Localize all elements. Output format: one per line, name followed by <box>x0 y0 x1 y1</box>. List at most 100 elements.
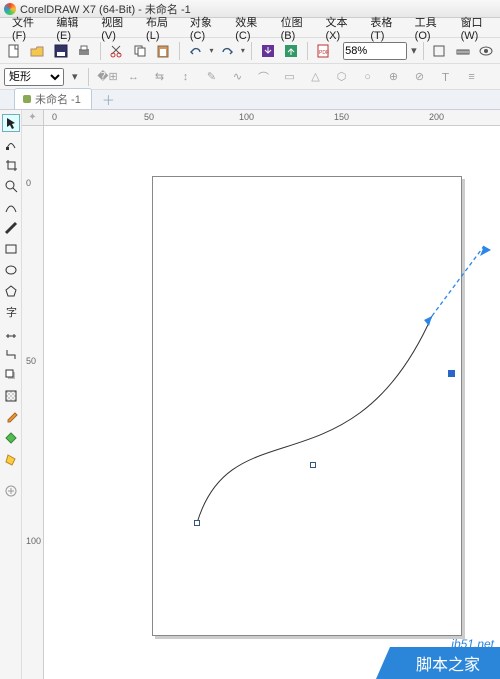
zoom-tool[interactable] <box>2 177 20 195</box>
shape-dropdown-icon[interactable]: ▾ <box>72 70 78 83</box>
menu-layout[interactable]: 布局(L) <box>140 12 182 44</box>
separator <box>423 42 424 60</box>
add-document-button[interactable]: ＋ <box>98 90 119 109</box>
menu-view[interactable]: 视图(V) <box>95 12 138 44</box>
prop-icon[interactable]: ⊕ <box>385 68 403 86</box>
export-button[interactable] <box>281 41 300 61</box>
ruler-tick: 100 <box>26 536 41 546</box>
prop-icon[interactable]: ⌒ <box>255 68 273 86</box>
prop-icon[interactable]: ✎ <box>203 68 221 86</box>
cut-button[interactable] <box>107 41 126 61</box>
shape-tool[interactable] <box>2 135 20 153</box>
paste-button[interactable] <box>154 41 173 61</box>
new-button[interactable] <box>4 41 23 61</box>
import-button[interactable] <box>258 41 277 61</box>
workspace: 字 ✦ 0 50 100 150 200 0 50 100 <box>0 110 500 679</box>
prop-icon[interactable]: ⇆ <box>151 68 169 86</box>
shape-select[interactable]: 矩形 <box>4 68 64 86</box>
menu-bitmap[interactable]: 位图(B) <box>275 12 318 44</box>
freehand-tool[interactable] <box>2 198 20 216</box>
redo-dropdown-icon[interactable]: ▾ <box>241 46 245 55</box>
ruler-tick: 50 <box>144 112 154 122</box>
drop-shadow-tool[interactable] <box>2 366 20 384</box>
prop-icon[interactable]: ⊘ <box>411 68 429 86</box>
prop-icon[interactable]: ≡ <box>463 68 481 86</box>
ruler-tick: 0 <box>52 112 57 122</box>
prop-icon[interactable]: ○ <box>359 68 377 86</box>
smart-fill-tool[interactable] <box>2 450 20 468</box>
connector-tool[interactable] <box>2 345 20 363</box>
transparency-tool[interactable] <box>2 387 20 405</box>
curve-start-node[interactable] <box>194 520 200 526</box>
polygon-tool[interactable] <box>2 282 20 300</box>
separator <box>88 68 89 86</box>
prop-icon[interactable]: ↕ <box>177 68 195 86</box>
document-icon <box>23 95 31 103</box>
quick-customize-button[interactable] <box>2 482 20 500</box>
document-tab-label: 未命名 -1 <box>35 91 81 107</box>
menu-window[interactable]: 窗口(W) <box>455 12 500 44</box>
menu-bar: 文件(F) 编辑(E) 视图(V) 布局(L) 对象(C) 效果(C) 位图(B… <box>0 18 500 38</box>
prop-icon[interactable]: ↔ <box>125 68 143 86</box>
interactive-fill-tool[interactable] <box>2 429 20 447</box>
save-button[interactable] <box>51 41 70 61</box>
ruler-tick: 50 <box>26 356 36 366</box>
prop-icon[interactable]: Ｔ <box>437 68 455 86</box>
ruler-tick: 200 <box>429 112 444 122</box>
parallel-dim-tool[interactable] <box>2 324 20 342</box>
ruler-tick: 150 <box>334 112 349 122</box>
ellipse-tool[interactable] <box>2 261 20 279</box>
canvas-area[interactable]: ✦ 0 50 100 150 200 0 50 100 <box>22 110 500 679</box>
ruler-tick: 0 <box>26 178 31 188</box>
menu-edit[interactable]: 编辑(E) <box>50 12 93 44</box>
curve-mid-node[interactable] <box>310 462 316 468</box>
zoom-input[interactable] <box>343 42 407 60</box>
zoom-dropdown-icon[interactable]: ▾ <box>411 44 417 57</box>
rectangle-tool[interactable] <box>2 240 20 258</box>
publish-pdf-button[interactable]: PDF <box>314 41 333 61</box>
watermark-text: 脚本之家 <box>376 647 500 679</box>
toolbox: 字 <box>0 110 22 679</box>
fullscreen-button[interactable] <box>430 41 449 61</box>
document-tab[interactable]: 未命名 -1 <box>14 88 92 109</box>
prop-icon[interactable]: ∿ <box>229 68 247 86</box>
preview-button[interactable] <box>476 41 495 61</box>
menu-effect[interactable]: 效果(C) <box>229 12 272 44</box>
menu-text[interactable]: 文本(X) <box>319 12 362 44</box>
bezier-curve[interactable] <box>152 176 492 656</box>
ruler-tick: 100 <box>239 112 254 122</box>
copy-button[interactable] <box>130 41 149 61</box>
menu-object[interactable]: 对象(C) <box>184 12 227 44</box>
document-tabstrip: 未命名 -1 ＋ <box>0 90 500 110</box>
menu-tools[interactable]: 工具(O) <box>409 12 453 44</box>
separator <box>100 42 101 60</box>
separator <box>307 42 308 60</box>
undo-dropdown-icon[interactable]: ▾ <box>209 46 213 55</box>
separator <box>251 42 252 60</box>
curve-end-handle[interactable] <box>448 370 455 377</box>
crop-tool[interactable] <box>2 156 20 174</box>
prop-icon[interactable]: �⊞ <box>99 68 117 86</box>
pick-tool[interactable] <box>2 114 20 132</box>
prop-icon[interactable]: ⬡ <box>333 68 351 86</box>
artistic-media-tool[interactable] <box>2 219 20 237</box>
separator <box>179 42 180 60</box>
text-tool[interactable]: 字 <box>2 303 20 321</box>
print-button[interactable] <box>74 41 93 61</box>
prop-icon[interactable]: ▭ <box>281 68 299 86</box>
svg-text:字: 字 <box>6 305 17 319</box>
open-button[interactable] <box>27 41 46 61</box>
vertical-ruler[interactable]: 0 50 100 <box>22 126 44 679</box>
prop-icon[interactable]: △ <box>307 68 325 86</box>
svg-text:PDF: PDF <box>319 50 329 56</box>
show-rulers-button[interactable] <box>453 41 472 61</box>
watermark: jb51.net 脚本之家 <box>376 647 500 679</box>
property-bar: 矩形 ▾ �⊞ ↔ ⇆ ↕ ✎ ∿ ⌒ ▭ △ ⬡ ○ ⊕ ⊘ Ｔ ≡ <box>0 64 500 90</box>
undo-button[interactable] <box>186 41 205 61</box>
horizontal-ruler[interactable]: 0 50 100 150 200 <box>44 110 500 126</box>
eyedropper-tool[interactable] <box>2 408 20 426</box>
menu-table[interactable]: 表格(T) <box>364 12 406 44</box>
redo-button[interactable] <box>217 41 236 61</box>
menu-file[interactable]: 文件(F) <box>6 12 48 44</box>
ruler-origin-icon[interactable]: ✦ <box>22 110 44 126</box>
